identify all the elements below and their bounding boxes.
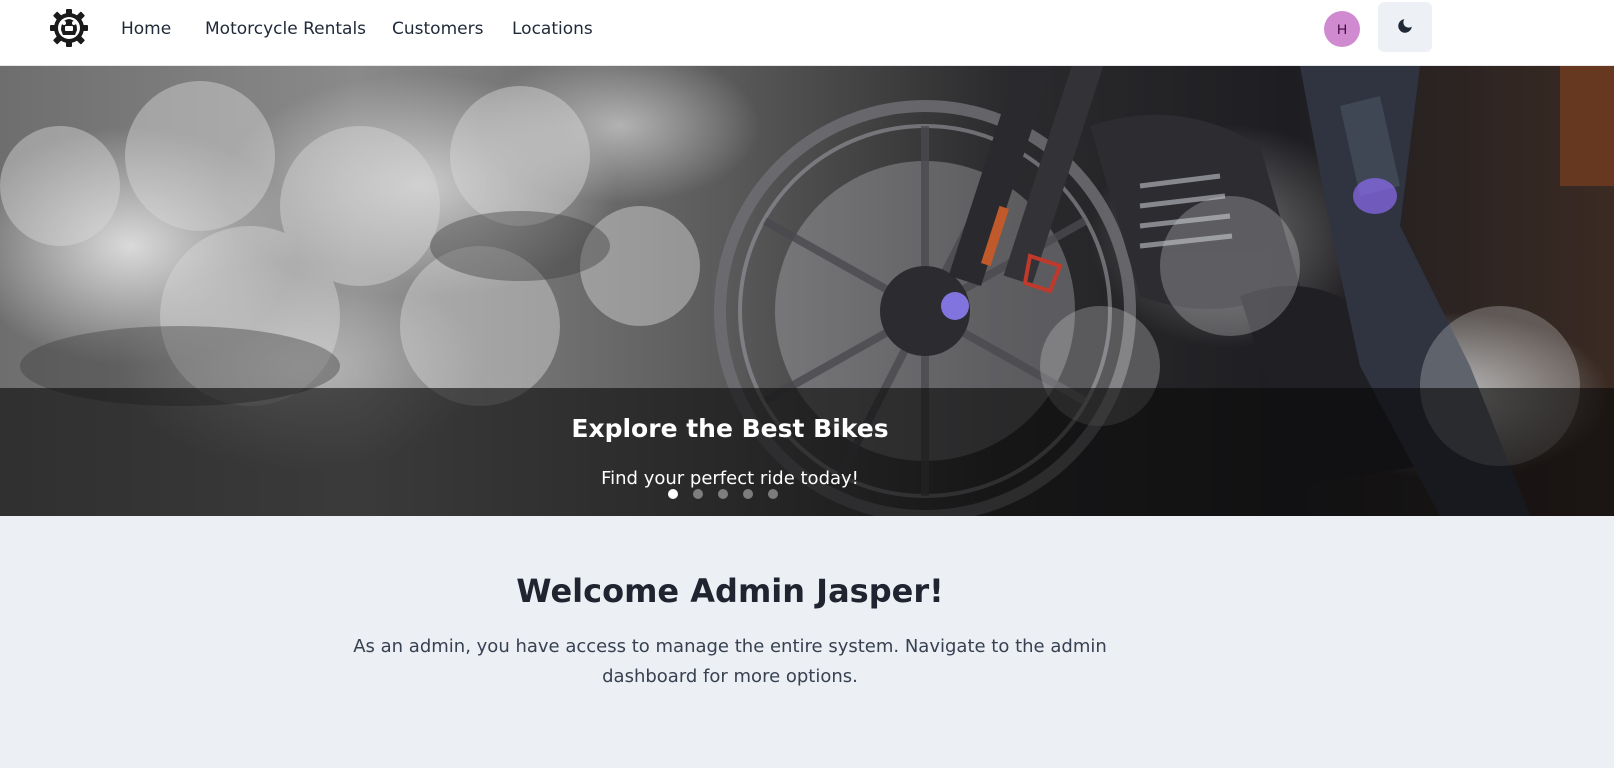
nav-link-home[interactable]: Home [121, 19, 171, 39]
nav-link-motorcycle-rentals[interactable]: Motorcycle Rentals [205, 19, 366, 39]
carousel-indicators [668, 489, 778, 501]
nav-link-customers[interactable]: Customers [392, 19, 483, 39]
welcome-section: Welcome Admin Jasper! As an admin, you h… [0, 516, 1614, 768]
carousel-caption-title: Explore the Best Bikes [571, 414, 889, 443]
welcome-heading: Welcome Admin Jasper! [516, 572, 944, 610]
carousel-dot-1[interactable] [668, 489, 678, 499]
theme-toggle-button[interactable] [1378, 2, 1432, 52]
carousel-dot-2[interactable] [693, 489, 703, 499]
carousel-dot-5[interactable] [768, 489, 778, 499]
carousel-dot-3[interactable] [718, 489, 728, 499]
user-avatar[interactable]: H [1324, 11, 1360, 47]
welcome-description: As an admin, you have access to manage t… [353, 636, 1107, 687]
nav-link-locations[interactable]: Locations [512, 19, 593, 39]
carousel-caption-subtitle: Find your perfect ride today! [601, 468, 859, 489]
carousel-caption-band [0, 388, 1614, 516]
carousel-dot-4[interactable] [743, 489, 753, 499]
top-navbar: Home Motorcycle Rentals Customers Locati… [0, 0, 1614, 66]
hero-carousel: Explore the Best Bikes Find your perfect… [0, 66, 1614, 516]
moon-icon [1396, 17, 1414, 38]
helmet-gear-logo-icon[interactable] [49, 8, 89, 48]
